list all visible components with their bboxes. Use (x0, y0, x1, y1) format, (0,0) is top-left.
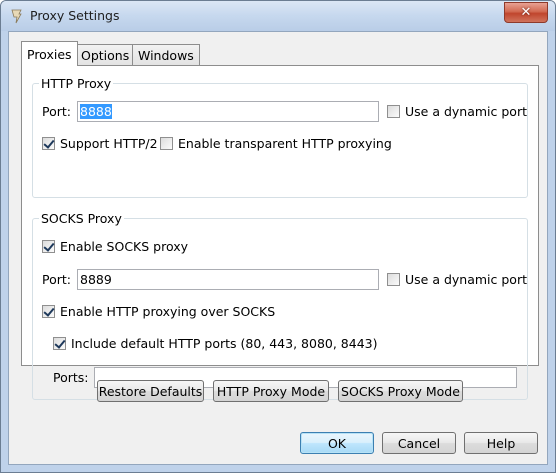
checkbox-label: Support HTTP/2 (60, 136, 158, 151)
checkbox-label: Use a dynamic port (405, 104, 527, 119)
http-dynamic-port-checkbox[interactable]: Use a dynamic port (387, 104, 527, 119)
checkbox-box (53, 337, 66, 350)
http-proxy-legend: HTTP Proxy (39, 76, 114, 91)
button-label: HTTP Proxy Mode (216, 383, 326, 399)
tab-options[interactable]: Options (75, 44, 136, 65)
tab-windows[interactable]: Windows (132, 44, 200, 65)
http-port-input[interactable]: 8888 (77, 101, 379, 122)
tab-label: Windows (138, 47, 194, 63)
ports-label: Ports: (53, 370, 89, 385)
button-label: Help (486, 435, 516, 451)
http-port-label: Port: (42, 104, 71, 119)
http-proxy-group: HTTP Proxy Port: 8888 Use a dynamic port… (32, 76, 528, 198)
include-default-ports-checkbox[interactable]: Include default HTTP ports (80, 443, 808… (53, 336, 377, 351)
socks-port-value: 8889 (80, 272, 112, 287)
checkbox-box (42, 305, 55, 318)
restore-defaults-button[interactable]: Restore Defaults (97, 380, 204, 402)
close-button[interactable]: ✕ (504, 2, 548, 23)
checkbox-label: Enable HTTP proxying over SOCKS (60, 304, 276, 319)
button-label: Restore Defaults (98, 383, 203, 399)
button-label: Cancel (397, 435, 441, 451)
proxies-tab-panel: HTTP Proxy Port: 8888 Use a dynamic port… (21, 65, 539, 400)
checkbox-label: Enable SOCKS proxy (60, 239, 189, 254)
http-over-socks-checkbox[interactable]: Enable HTTP proxying over SOCKS (42, 304, 275, 319)
checkbox-box (42, 240, 55, 253)
checkbox-label: Include default HTTP ports (80, 443, 808… (71, 336, 378, 351)
proxy-settings-window: Proxy Settings ✕ Proxies Options Windows… (0, 0, 556, 473)
transparent-proxying-checkbox[interactable]: Enable transparent HTTP proxying (160, 136, 392, 151)
socks-port-label: Port: (42, 272, 71, 287)
checkbox-box (387, 273, 400, 286)
tab-proxies[interactable]: Proxies (21, 41, 78, 66)
ok-button[interactable]: OK (300, 432, 374, 454)
title-bar[interactable]: Proxy Settings ✕ (1, 1, 555, 31)
http-proxy-mode-button[interactable]: HTTP Proxy Mode (213, 380, 329, 402)
socks-dynamic-port-checkbox[interactable]: Use a dynamic port (387, 272, 527, 287)
close-icon: ✕ (520, 5, 532, 20)
checkbox-box (42, 137, 55, 150)
help-button[interactable]: Help (464, 432, 538, 454)
window-title: Proxy Settings (30, 8, 120, 23)
checkbox-label: Use a dynamic port (405, 272, 527, 287)
socks-port-input[interactable]: 8889 (77, 269, 379, 290)
button-label: SOCKS Proxy Mode (341, 383, 460, 399)
support-http2-checkbox[interactable]: Support HTTP/2 (42, 136, 158, 151)
http-port-value: 8888 (80, 104, 112, 119)
button-label: OK (327, 435, 347, 451)
proxy-app-icon (11, 9, 22, 24)
checkbox-label: Enable transparent HTTP proxying (178, 136, 392, 151)
checkbox-box (387, 105, 400, 118)
dialog-body: Proxies Options Windows HTTP Proxy Port:… (8, 31, 548, 465)
tab-label: Options (81, 47, 130, 63)
socks-proxy-legend: SOCKS Proxy (39, 211, 124, 226)
enable-socks-checkbox[interactable]: Enable SOCKS proxy (42, 239, 188, 254)
checkbox-box (160, 137, 173, 150)
socks-proxy-mode-button[interactable]: SOCKS Proxy Mode (338, 380, 463, 402)
socks-proxy-group: SOCKS Proxy Enable SOCKS proxy Port: 888… (32, 211, 528, 400)
cancel-button[interactable]: Cancel (382, 432, 456, 454)
tab-label: Proxies (27, 46, 72, 62)
